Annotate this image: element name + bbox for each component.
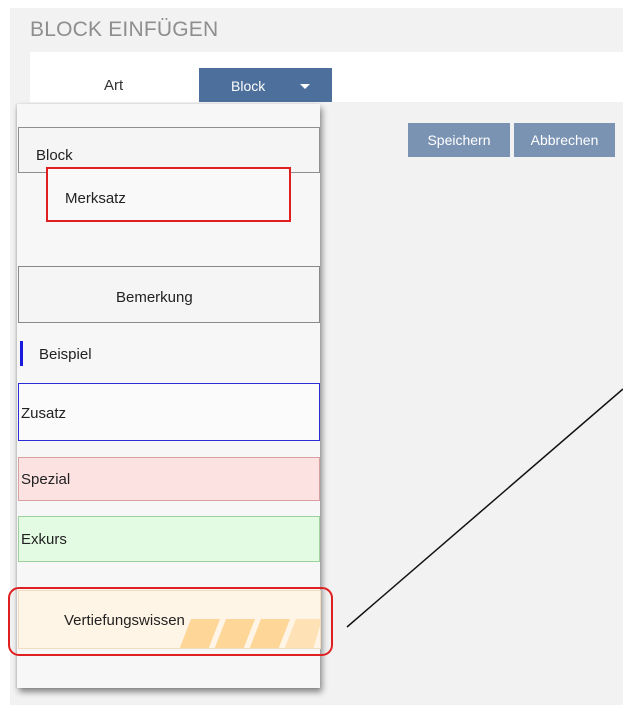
option-vertiefungswissen[interactable]: Vertiefungswissen: [18, 590, 321, 649]
option-label: Vertiefungswissen: [64, 612, 185, 629]
